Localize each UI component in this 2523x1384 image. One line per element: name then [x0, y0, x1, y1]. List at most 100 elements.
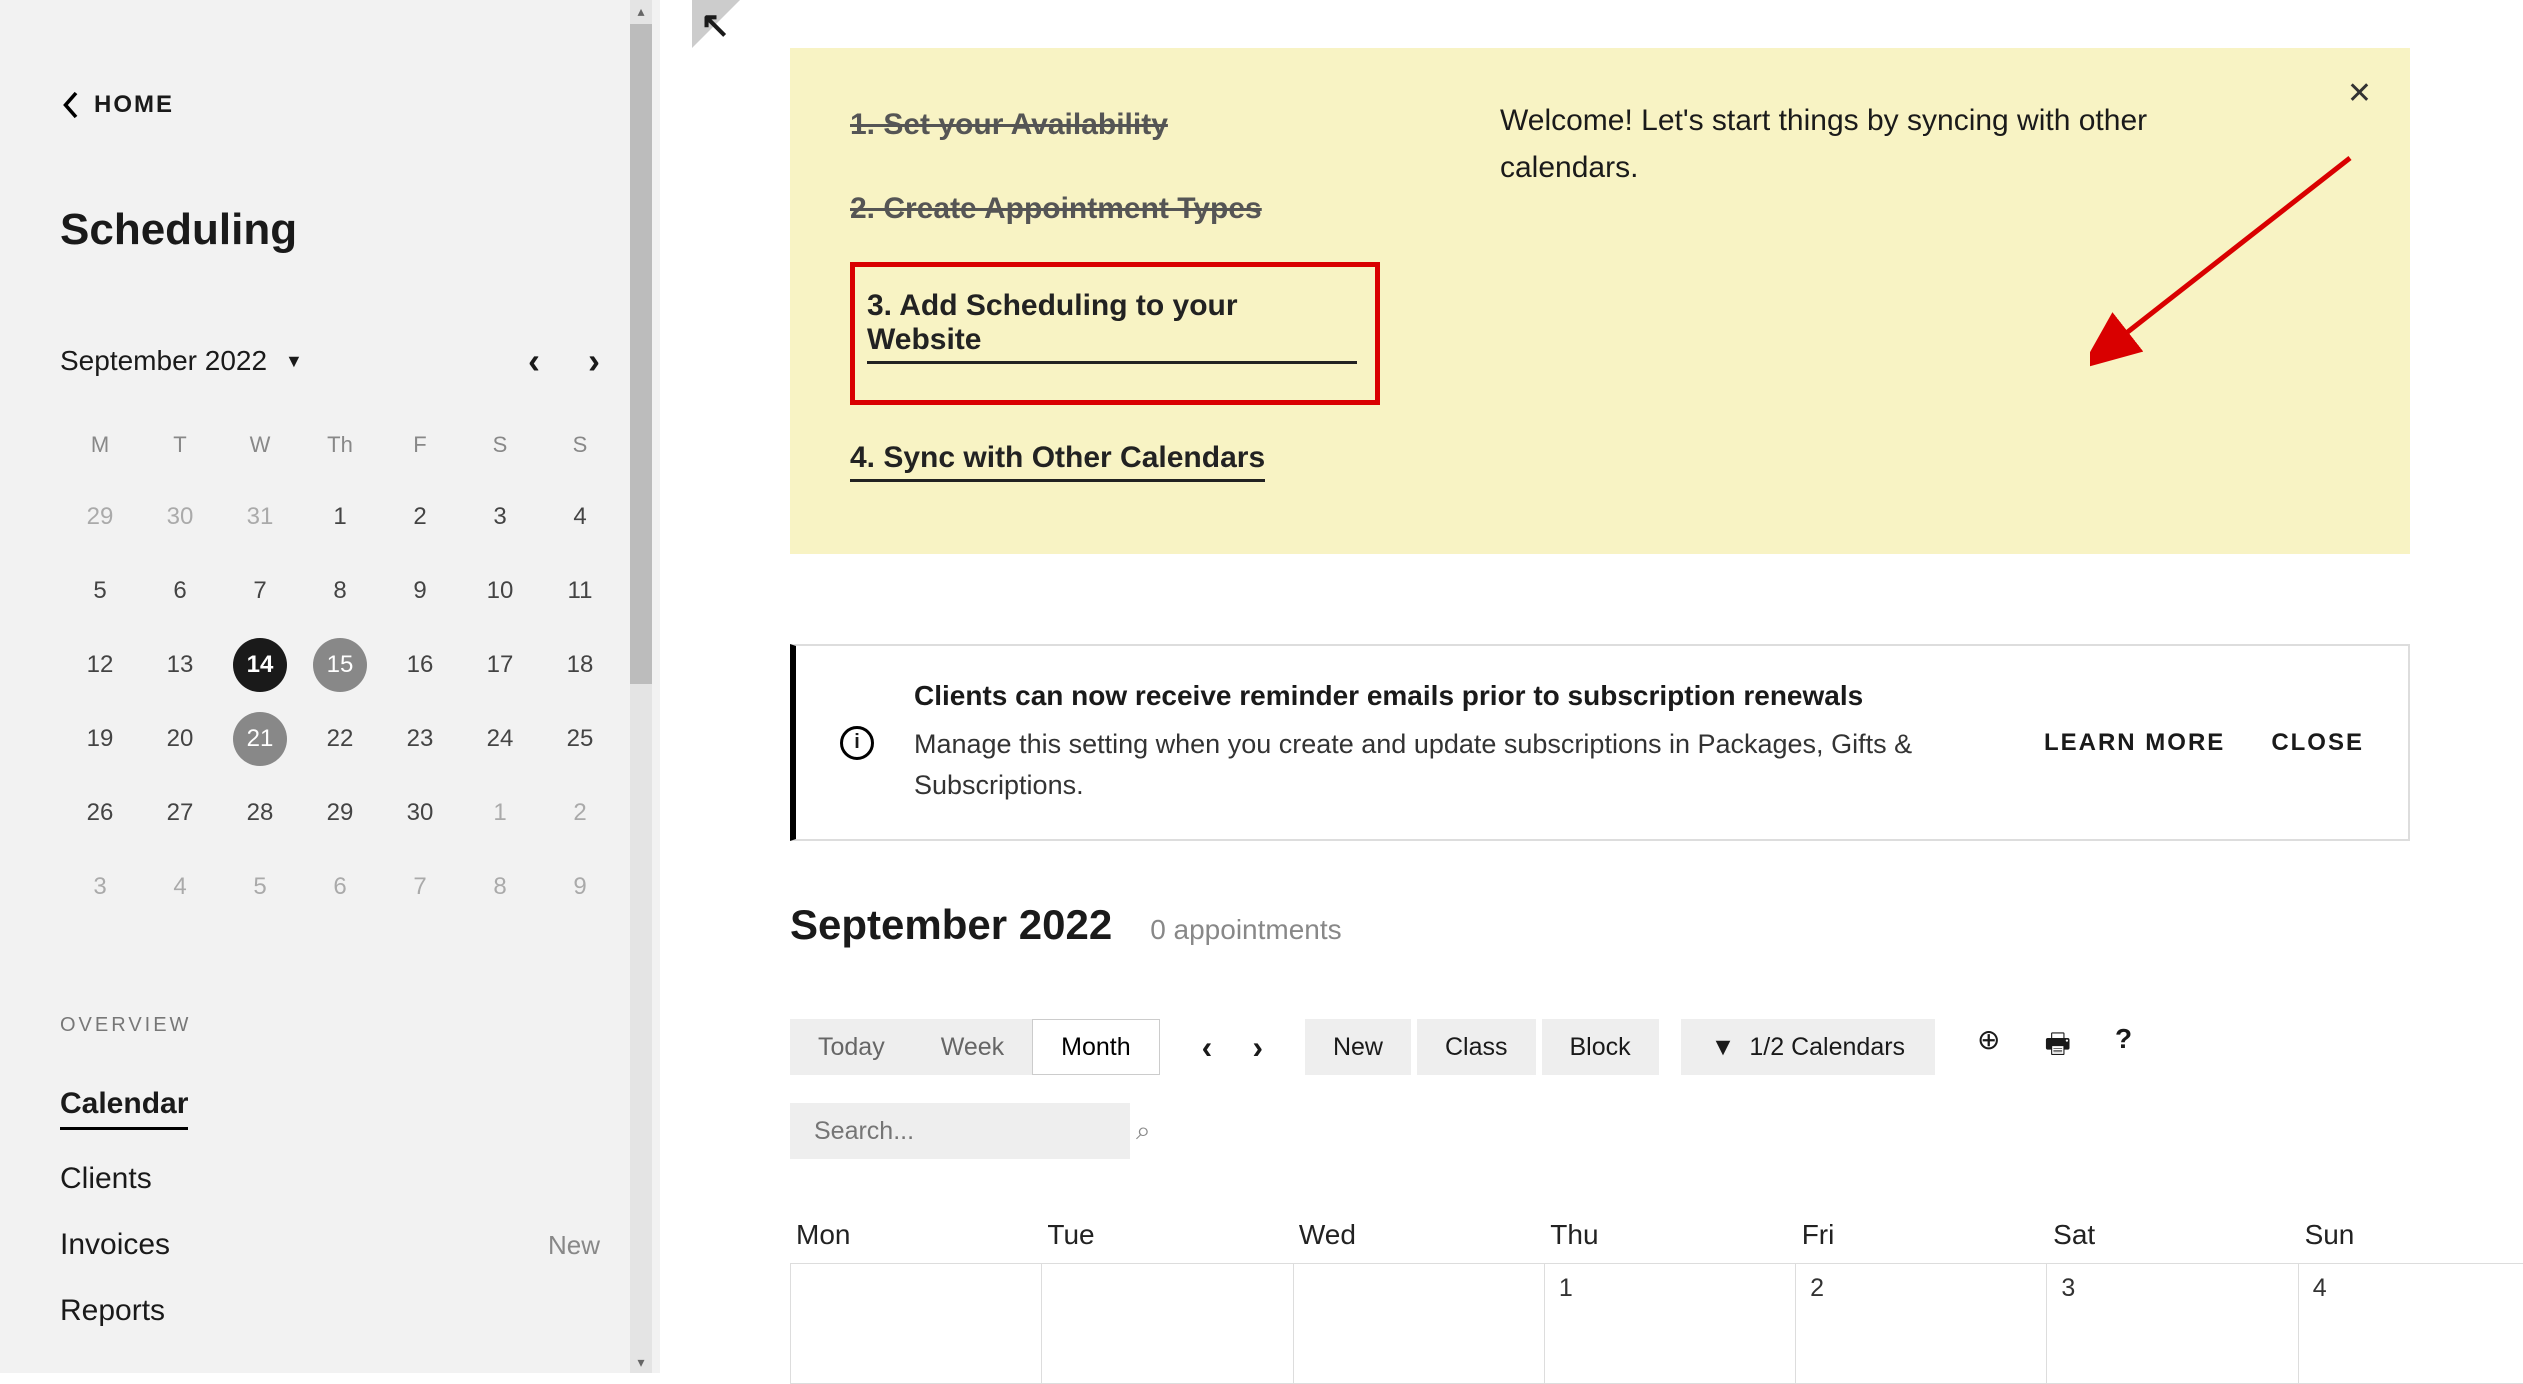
new-button[interactable]: New — [1305, 1019, 1411, 1075]
mini-day-cell[interactable]: 17 — [460, 628, 540, 702]
mini-day-cell[interactable]: 18 — [540, 628, 620, 702]
print-icon[interactable]: 🖶 — [2045, 1023, 2071, 1071]
mini-day-cell[interactable]: 11 — [540, 554, 620, 628]
sidebar-item-reports[interactable]: Reports — [60, 1278, 600, 1344]
mini-day-cell[interactable]: 1 — [300, 480, 380, 554]
cal-next-button[interactable]: › — [1252, 1029, 1263, 1066]
appointment-count: 0 appointments — [1150, 914, 1341, 946]
mini-day-cell[interactable]: 2 — [540, 776, 620, 850]
view-month[interactable]: Month — [1032, 1019, 1159, 1075]
mini-day-cell[interactable]: 4 — [140, 850, 220, 924]
mini-day-cell[interactable]: 27 — [140, 776, 220, 850]
month-day-cell[interactable] — [1042, 1264, 1293, 1384]
mini-day-cell[interactable]: 30 — [380, 776, 460, 850]
search-icon: ⌕ — [1136, 1115, 1151, 1147]
sidebar-scroll-up[interactable]: ▴ — [630, 0, 652, 22]
mini-day-cell[interactable]: 9 — [380, 554, 460, 628]
mini-day-cell[interactable]: 21 — [220, 702, 300, 776]
close-icon[interactable]: ✕ — [2347, 76, 2372, 111]
mini-day-cell[interactable]: 25 — [540, 702, 620, 776]
mini-day-cell[interactable]: 8 — [300, 554, 380, 628]
onboarding-step[interactable]: 3. Add Scheduling to your Website — [867, 275, 1357, 364]
mini-day-cell[interactable]: 10 — [460, 554, 540, 628]
calendar-filter[interactable]: ▼ 1/2 Calendars — [1681, 1019, 1935, 1075]
search-box[interactable]: ⌕ — [790, 1103, 1130, 1159]
mini-dow-cell: T — [140, 422, 220, 480]
month-day-cell[interactable]: 2 — [1796, 1264, 2047, 1384]
mini-day-cell[interactable]: 16 — [380, 628, 460, 702]
mini-day-cell[interactable]: 30 — [140, 480, 220, 554]
notice-body: Manage this setting when you create and … — [914, 724, 2004, 805]
help-icon[interactable]: ? — [2115, 1023, 2132, 1071]
mini-day-cell[interactable]: 1 — [460, 776, 540, 850]
home-link[interactable]: HOME — [60, 90, 600, 120]
view-today[interactable]: Today — [790, 1019, 913, 1075]
mini-day-cell[interactable]: 4 — [540, 480, 620, 554]
mini-day-cell[interactable]: 5 — [220, 850, 300, 924]
mini-day-cell[interactable]: 14 — [220, 628, 300, 702]
sidebar-item-label: Calendar — [60, 1087, 188, 1130]
mini-day-cell[interactable]: 15 — [300, 628, 380, 702]
mini-day-cell[interactable]: 24 — [460, 702, 540, 776]
mini-day-cell[interactable]: 5 — [60, 554, 140, 628]
mini-dow-cell: F — [380, 422, 460, 480]
month-dow-cell: Tue — [1041, 1219, 1292, 1251]
mini-day-cell[interactable]: 8 — [460, 850, 540, 924]
mini-day-cell[interactable]: 2 — [380, 480, 460, 554]
mini-dow-cell: S — [540, 422, 620, 480]
mini-day-cell[interactable]: 22 — [300, 702, 380, 776]
prev-month-button[interactable]: ‹ — [528, 340, 540, 382]
mini-day-cell[interactable]: 19 — [60, 702, 140, 776]
mini-day-cell[interactable]: 3 — [460, 480, 540, 554]
sidebar-item-label: Invoices — [60, 1228, 170, 1262]
month-picker[interactable]: September 2022 ▼ — [60, 345, 303, 377]
month-day-cell[interactable]: 4 — [2299, 1264, 2523, 1384]
mini-day-cell[interactable]: 29 — [60, 480, 140, 554]
sidebar-item-clients[interactable]: Clients — [60, 1146, 600, 1212]
mini-day-cell[interactable]: 28 — [220, 776, 300, 850]
notice-close-button[interactable]: CLOSE — [2271, 729, 2364, 757]
onboarding-step: 1. Set your Availability — [850, 94, 1168, 156]
search-input[interactable] — [814, 1117, 1136, 1146]
month-day-cell[interactable]: 3 — [2047, 1264, 2298, 1384]
onboarding-step: 2. Create Appointment Types — [850, 178, 1262, 240]
block-button[interactable]: Block — [1542, 1019, 1659, 1075]
zoom-icon[interactable]: ⊕ — [1977, 1023, 2000, 1071]
mini-dow-cell: Th — [300, 422, 380, 480]
chevron-left-icon — [60, 90, 80, 120]
caret-down-icon: ▼ — [285, 351, 303, 372]
calendar-heading: September 2022 0 appointments — [790, 901, 2410, 949]
mini-day-cell[interactable]: 3 — [60, 850, 140, 924]
sidebar-item-invoices[interactable]: Invoices New — [60, 1212, 600, 1278]
mini-day-cell[interactable]: 7 — [380, 850, 460, 924]
mini-day-cell[interactable]: 31 — [220, 480, 300, 554]
mini-day-cell[interactable]: 29 — [300, 776, 380, 850]
mini-day-cell[interactable]: 26 — [60, 776, 140, 850]
sidebar-scroll-down[interactable]: ▾ — [630, 1351, 652, 1373]
onboarding-step[interactable]: 4. Sync with Other Calendars — [850, 427, 1265, 482]
month-dow-cell: Fri — [1796, 1219, 2047, 1251]
main-content: ✕ 1. Set your Availability 2. Create Appo… — [700, 0, 2500, 1373]
month-day-cell[interactable]: 1 — [1545, 1264, 1796, 1384]
mini-day-cell[interactable]: 9 — [540, 850, 620, 924]
sidebar-item-calendar[interactable]: Calendar — [60, 1071, 600, 1146]
mini-day-cell[interactable]: 13 — [140, 628, 220, 702]
info-icon: i — [840, 726, 874, 760]
sidebar-scrollbar-thumb[interactable] — [630, 24, 652, 684]
mini-day-cell[interactable]: 20 — [140, 702, 220, 776]
mini-day-cell[interactable]: 7 — [220, 554, 300, 628]
view-week[interactable]: Week — [913, 1019, 1032, 1075]
new-badge: New — [548, 1230, 600, 1261]
info-notice: i Clients can now receive reminder email… — [790, 644, 2410, 841]
learn-more-button[interactable]: LEARN MORE — [2044, 729, 2225, 757]
mini-day-cell[interactable]: 6 — [140, 554, 220, 628]
overview-heading: OVERVIEW — [60, 1014, 600, 1037]
mini-day-cell[interactable]: 6 — [300, 850, 380, 924]
cal-prev-button[interactable]: ‹ — [1202, 1029, 1213, 1066]
month-day-cell[interactable] — [1294, 1264, 1545, 1384]
mini-day-cell[interactable]: 23 — [380, 702, 460, 776]
mini-day-cell[interactable]: 12 — [60, 628, 140, 702]
next-month-button[interactable]: › — [588, 340, 600, 382]
month-day-cell[interactable] — [791, 1264, 1042, 1384]
class-button[interactable]: Class — [1417, 1019, 1536, 1075]
